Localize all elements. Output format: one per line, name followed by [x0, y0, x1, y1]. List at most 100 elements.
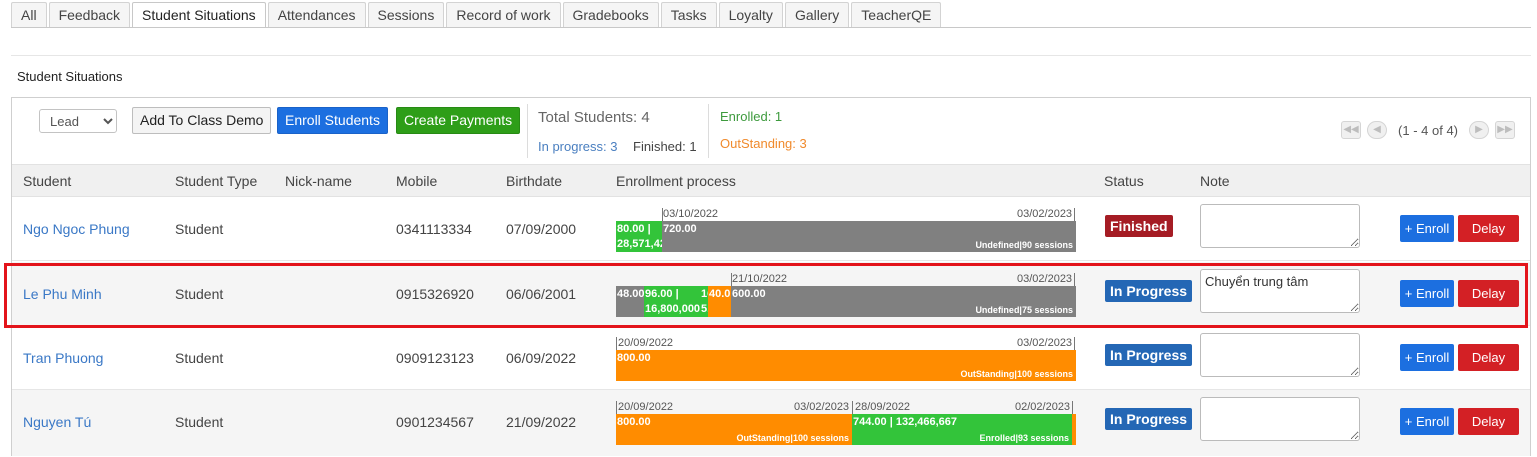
- note-input[interactable]: [1200, 333, 1360, 377]
- timeline-tick: [1074, 208, 1075, 221]
- timeline-start-date: 03/10/2022: [663, 208, 719, 220]
- timeline-end-date: 03/02/2023: [1017, 208, 1073, 220]
- table-row: Tran Phuong Student 0909123123 06/09/202…: [12, 326, 1530, 390]
- student-mobile: 0909123123: [396, 350, 474, 366]
- delay-button[interactable]: Delay: [1458, 408, 1519, 435]
- toolbar-divider: [708, 104, 709, 158]
- tab-tasks[interactable]: Tasks: [660, 2, 717, 27]
- student-mobile: 0901234567: [396, 414, 474, 430]
- enroll-button[interactable]: + Enroll: [1400, 215, 1454, 242]
- student-birthdate: 06/06/2001: [506, 286, 577, 302]
- section-divider: [11, 55, 1531, 56]
- tab-all[interactable]: All: [11, 2, 47, 27]
- bar-segment-undefined: 720.00 Undefined|90 sessions: [662, 221, 1076, 252]
- total-students: Total Students: 4: [538, 109, 650, 126]
- pagination: ◀◀ ◀ (1 - 4 of 4) ▶ ▶▶: [1338, 120, 1518, 140]
- col-status[interactable]: Status: [1104, 173, 1144, 189]
- enroll-button[interactable]: + Enroll: [1400, 344, 1454, 371]
- student-mobile: 0915326920: [396, 286, 474, 302]
- tab-record-of-work[interactable]: Record of work: [446, 2, 561, 27]
- outstanding-count: OutStanding: 3: [720, 136, 807, 151]
- toolbar: Lead Add To Class Demo Enroll Students C…: [12, 98, 1530, 164]
- enrollment-bar[interactable]: 800.00 OutStanding|100 sessions: [616, 350, 1076, 381]
- tab-loyalty[interactable]: Loyalty: [718, 2, 783, 27]
- table-row: Nguyen Tú Student 0901234567 21/09/2022 …: [12, 390, 1530, 456]
- enroll-students-button[interactable]: Enroll Students: [277, 107, 388, 134]
- student-name-link[interactable]: Ngo Ngoc Phung: [23, 221, 130, 237]
- pager-range: (1 - 4 of 4): [1398, 122, 1458, 138]
- timeline-end-date: 03/02/2023: [1017, 337, 1073, 349]
- bar-segment-outstanding: 800.00 OutStanding|100 sessions: [616, 414, 852, 445]
- delay-button[interactable]: Delay: [1458, 215, 1519, 242]
- timeline-end-date: 02/02/2023: [1015, 401, 1071, 413]
- status-badge: In Progress: [1105, 344, 1193, 366]
- prev-page-icon[interactable]: ◀: [1367, 121, 1388, 139]
- student-type: Student: [175, 350, 224, 366]
- timeline-tick: [1074, 273, 1075, 286]
- enrollment-bar[interactable]: 80.00 | 28,571,42 720.00 Undefined|90 se…: [616, 221, 1076, 252]
- student-name-link[interactable]: Le Phu Minh: [23, 286, 102, 302]
- student-mobile: 0341113334: [396, 221, 472, 237]
- bar-segment-enrolled: 744.00 | 132,466,667 Enrolled|93 session…: [852, 414, 1072, 445]
- bar-segment-undefined: 48.00: [616, 286, 644, 317]
- timeline-start-date: 20/09/2022: [618, 401, 674, 413]
- col-note[interactable]: Note: [1200, 173, 1230, 189]
- in-progress-count: In progress: 3: [538, 139, 618, 154]
- bar-segment-enrolled: 96.00 | 16,800,000: [644, 286, 700, 317]
- timeline-end-date: 03/02/2023: [794, 401, 850, 413]
- bar-segment-undefined: 600.00 Undefined|75 sessions: [731, 286, 1076, 317]
- student-name-link[interactable]: Nguyen Tú: [23, 414, 91, 430]
- tab-attendances[interactable]: Attendances: [267, 2, 366, 27]
- enroll-button[interactable]: + Enroll: [1400, 280, 1454, 307]
- timeline-start-date: 28/09/2022: [855, 401, 911, 413]
- tab-feedback[interactable]: Feedback: [48, 2, 131, 27]
- enroll-button[interactable]: + Enroll: [1400, 408, 1454, 435]
- col-enrollment-process[interactable]: Enrollment process: [616, 173, 736, 189]
- enrollment-bar[interactable]: 48.00 96.00 | 16,800,000 16 5, 40.0 600.…: [616, 286, 1076, 317]
- tab-bar: All Feedback Student Situations Attendan…: [11, 2, 943, 28]
- student-situations-panel: Lead Add To Class Demo Enroll Students C…: [11, 97, 1531, 456]
- student-type: Student: [175, 221, 224, 237]
- note-input[interactable]: [1200, 204, 1360, 248]
- next-page-icon[interactable]: ▶: [1469, 121, 1489, 139]
- bar-segment-outstanding: 800.00 OutStanding|100 sessions: [616, 350, 1076, 381]
- finished-count: Finished: 1: [633, 139, 697, 154]
- tabs-divider: [11, 27, 1531, 28]
- first-page-icon[interactable]: ◀◀: [1341, 121, 1362, 139]
- tab-gradebooks[interactable]: Gradebooks: [562, 2, 659, 27]
- student-birthdate: 21/09/2022: [506, 414, 577, 430]
- enrolled-count: Enrolled: 1: [720, 109, 783, 124]
- delay-button[interactable]: Delay: [1458, 344, 1519, 371]
- status-badge: In Progress: [1105, 408, 1193, 430]
- timeline-start-date: 20/09/2022: [618, 337, 674, 349]
- timeline-start-date: 21/10/2022: [732, 273, 788, 285]
- col-birthdate[interactable]: Birthdate: [506, 173, 562, 189]
- toolbar-divider: [527, 104, 528, 158]
- tab-sessions[interactable]: Sessions: [367, 2, 445, 27]
- create-payments-button[interactable]: Create Payments: [396, 107, 521, 134]
- col-mobile[interactable]: Mobile: [396, 173, 437, 189]
- table-row: Le Phu Minh Student 0915326920 06/06/200…: [12, 262, 1530, 326]
- enrollment-bar[interactable]: 800.00 OutStanding|100 sessions 744.00 |…: [616, 414, 1076, 445]
- last-page-icon[interactable]: ▶▶: [1495, 121, 1515, 139]
- table-header: Student Student Type Nick-name Mobile Bi…: [12, 164, 1530, 197]
- add-to-class-demo-button[interactable]: Add To Class Demo: [132, 107, 272, 134]
- status-badge: In Progress: [1105, 280, 1193, 302]
- col-student[interactable]: Student: [23, 173, 71, 189]
- timeline-tick: [1072, 401, 1073, 414]
- col-nick-name[interactable]: Nick-name: [285, 173, 352, 189]
- timeline-tick: [616, 337, 617, 350]
- bar-segment-enrolled: 80.00 | 28,571,42: [616, 221, 662, 252]
- section-title: Student Situations: [17, 69, 123, 84]
- tab-student-situations[interactable]: Student Situations: [132, 2, 266, 28]
- note-input[interactable]: [1200, 269, 1360, 313]
- student-birthdate: 06/09/2022: [506, 350, 577, 366]
- delay-button[interactable]: Delay: [1458, 280, 1519, 307]
- tab-gallery[interactable]: Gallery: [784, 2, 850, 27]
- status-filter-select[interactable]: Lead: [39, 109, 117, 133]
- bar-segment-outstanding: 40.0: [708, 286, 731, 317]
- col-student-type[interactable]: Student Type: [175, 173, 257, 189]
- student-name-link[interactable]: Tran Phuong: [23, 350, 103, 366]
- note-input[interactable]: [1200, 397, 1360, 441]
- tab-teacherqe[interactable]: TeacherQE: [851, 2, 942, 27]
